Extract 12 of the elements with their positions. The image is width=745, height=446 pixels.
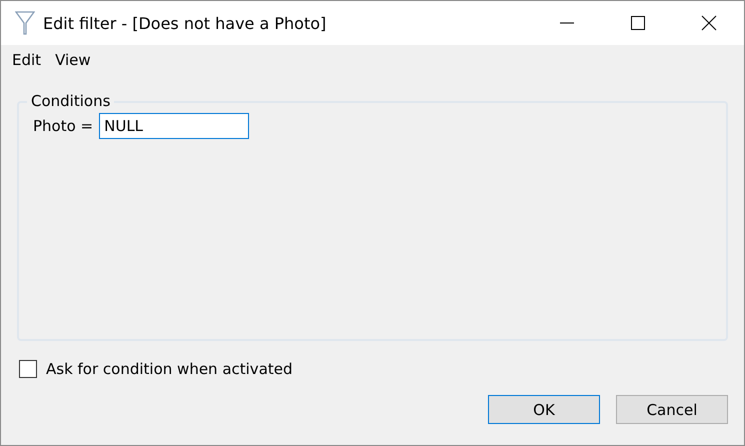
close-icon[interactable] (701, 15, 717, 31)
filter-icon (15, 10, 35, 36)
window-title: Edit filter - [Does not have a Photo] (43, 14, 328, 32)
maximize-icon[interactable] (630, 15, 646, 31)
condition-label: Photo = (33, 117, 94, 135)
menu-item[interactable]: Edit (5, 49, 48, 75)
condition-field[interactable]: NULL (99, 113, 250, 139)
menu-item[interactable]: View (48, 49, 98, 75)
checkbox-label: Ask for condition when activated (46, 360, 293, 378)
checkbox[interactable] (19, 360, 37, 378)
ok-button[interactable]: OK (488, 395, 600, 424)
cancel-button[interactable]: Cancel (616, 395, 728, 424)
